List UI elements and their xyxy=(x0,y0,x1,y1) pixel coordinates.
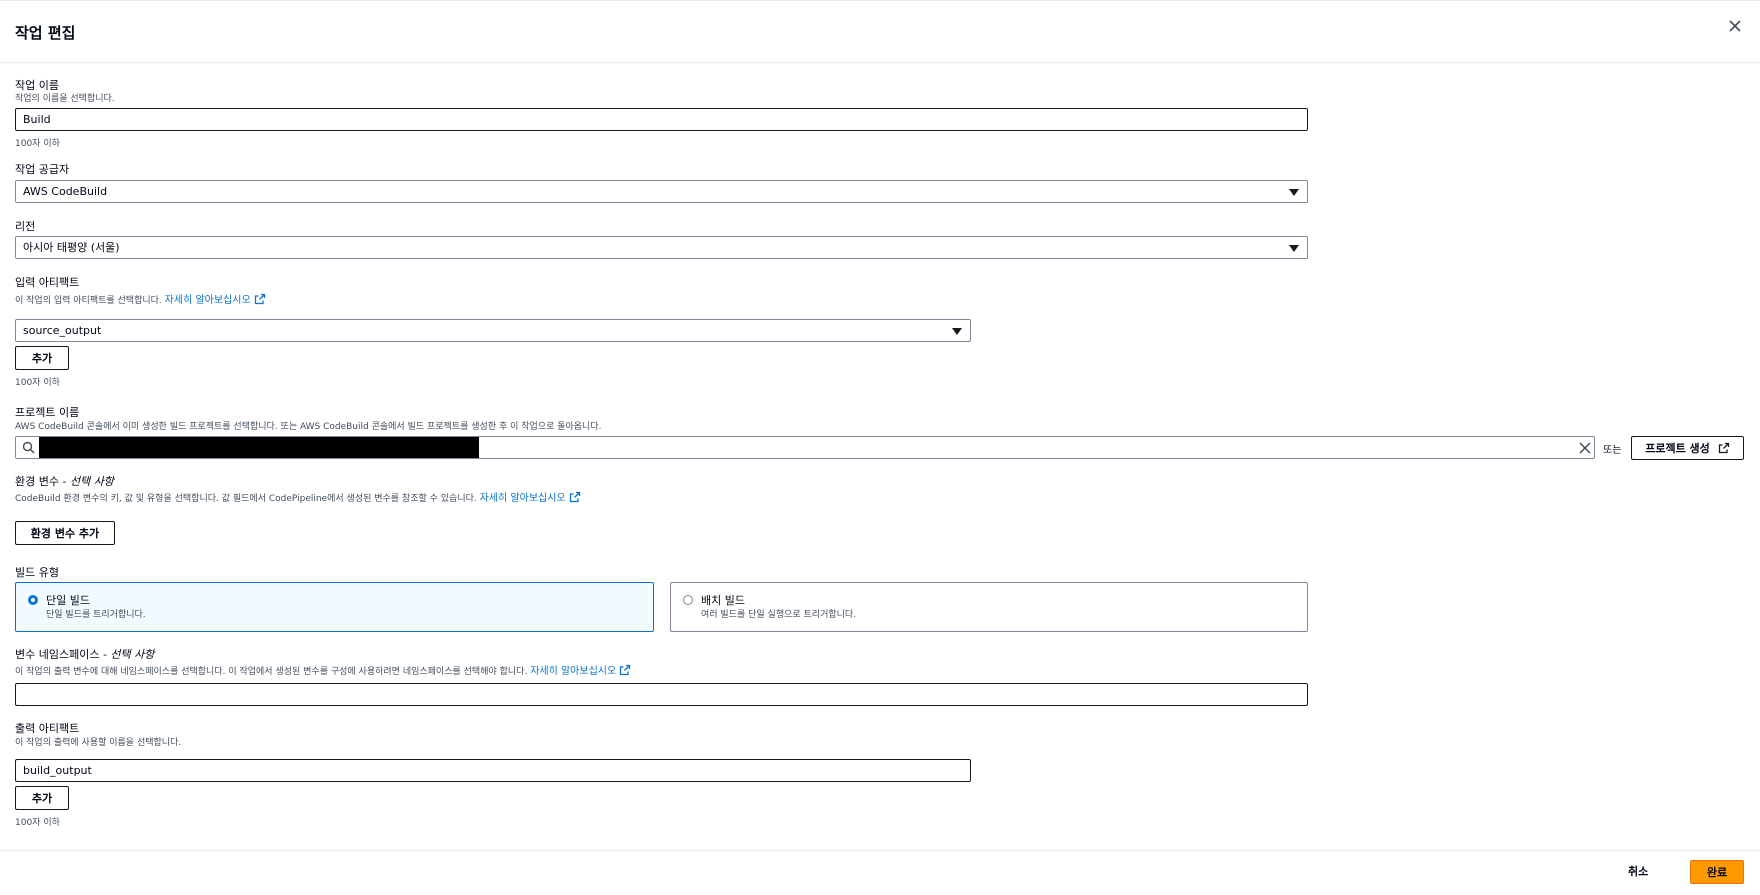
output-artifacts-value: build_output xyxy=(23,764,92,777)
input-artifacts-learn-more-link[interactable]: 자세히 알아보십시오 xyxy=(164,293,266,306)
search-icon xyxy=(22,441,35,454)
modal-header: 작업 편집 xyxy=(0,0,1760,63)
region-value: 아시아 태평양 (서울) xyxy=(23,241,120,254)
input-artifacts-hint: 100자 이하 xyxy=(15,378,60,388)
chevron-down-icon xyxy=(1289,245,1299,252)
output-artifacts-label: 출력 아티팩트 xyxy=(15,722,80,735)
learn-more-text: 자세히 알아보십시오 xyxy=(164,295,251,306)
batch-build-title: 배치 빌드 xyxy=(701,594,745,607)
build-type-label: 빌드 유형 xyxy=(15,566,59,579)
single-build-description: 단일 빌드를 트리거합니다. xyxy=(46,610,146,620)
edit-action-modal: 작업 편집 작업 이름 작업의 이름을 선택합니다. Build 100자 이하… xyxy=(0,0,1760,895)
create-project-button[interactable]: 프로젝트 생성 xyxy=(1631,436,1744,460)
output-artifacts-description: 이 작업의 출력에 사용할 이름을 선택합니다. xyxy=(15,738,182,748)
batch-build-description: 여러 빌드를 단일 실행으로 트리거합니다. xyxy=(701,610,857,620)
action-provider-select[interactable]: AWS CodeBuild xyxy=(15,180,1308,203)
input-artifacts-select[interactable]: source_output xyxy=(15,319,971,342)
namespace-label-text: 변수 네임스페이스 - xyxy=(15,648,111,661)
region-label: 리전 xyxy=(15,220,36,233)
project-name-search[interactable] xyxy=(15,436,1595,459)
action-provider-value: AWS CodeBuild xyxy=(23,185,108,198)
chevron-down-icon xyxy=(1289,189,1299,196)
region-select[interactable]: 아시아 태평양 (서울) xyxy=(15,236,1308,259)
add-output-artifact-button[interactable]: 추가 xyxy=(15,786,69,810)
env-vars-description: CodeBuild 환경 변수의 키, 값 및 유형을 선택합니다. 값 필드에… xyxy=(15,489,581,504)
external-link-icon xyxy=(1718,442,1729,454)
namespace-optional: 선택 사항 xyxy=(110,648,155,661)
or-label: 또는 xyxy=(1603,445,1622,456)
input-artifacts-description: 이 작업의 입력 아티팩트를 선택합니다. 자세히 알아보십시오 xyxy=(15,291,266,306)
create-project-label: 프로젝트 생성 xyxy=(1645,442,1710,455)
env-vars-optional: 선택 사항 xyxy=(69,475,114,488)
env-vars-description-text: CodeBuild 환경 변수의 키, 값 및 유형을 선택합니다. 값 필드에… xyxy=(15,494,477,504)
learn-more-text: 자세히 알아보십시오 xyxy=(530,666,617,677)
project-name-description: AWS CodeBuild 콘솔에서 이미 생성한 빌드 프로젝트를 선택합니다… xyxy=(15,422,602,432)
build-type-single-option[interactable]: 단일 빌드 단일 빌드를 트리거합니다. xyxy=(15,582,654,632)
external-link-icon xyxy=(569,491,580,503)
add-env-var-button[interactable]: 환경 변수 추가 xyxy=(15,521,115,545)
env-vars-label-text: 환경 변수 - xyxy=(15,475,70,488)
chevron-down-icon xyxy=(952,328,962,335)
namespace-description: 이 작업의 출력 변수에 대해 네임스페이스를 선택합니다. 이 작업에서 생성… xyxy=(15,662,631,677)
output-artifacts-input[interactable]: build_output xyxy=(15,759,971,782)
action-name-value: Build xyxy=(23,113,51,126)
external-link-icon xyxy=(620,664,631,676)
action-name-hint: 100자 이하 xyxy=(15,139,60,149)
build-type-batch-option[interactable]: 배치 빌드 여러 빌드를 단일 실행으로 트리거합니다. xyxy=(670,582,1308,632)
namespace-description-text: 이 작업의 출력 변수에 대해 네임스페이스를 선택합니다. 이 작업에서 생성… xyxy=(15,667,528,677)
modal-title: 작업 편집 xyxy=(15,24,76,42)
project-name-label: 프로젝트 이름 xyxy=(15,406,80,419)
learn-more-text: 자세히 알아보십시오 xyxy=(479,493,566,504)
external-link-icon xyxy=(254,293,265,305)
action-name-input[interactable]: Build xyxy=(15,108,1308,131)
env-vars-label: 환경 변수 - 선택 사항 xyxy=(15,473,114,489)
namespace-label: 변수 네임스페이스 - 선택 사항 xyxy=(15,646,154,662)
close-button[interactable] xyxy=(1725,16,1745,36)
radio-button-selected[interactable] xyxy=(28,595,38,605)
input-artifacts-label: 입력 아티팩트 xyxy=(15,276,80,289)
redacted-project-name xyxy=(39,437,479,458)
input-artifacts-value: source_output xyxy=(23,324,102,337)
namespace-learn-more-link[interactable]: 자세히 알아보십시오 xyxy=(530,664,631,677)
namespace-input[interactable] xyxy=(15,683,1308,706)
output-artifacts-hint: 100자 이하 xyxy=(15,818,60,828)
radio-button[interactable] xyxy=(683,595,693,605)
action-name-description: 작업의 이름을 선택합니다. xyxy=(15,94,115,104)
action-provider-label: 작업 공급자 xyxy=(15,163,70,176)
clear-icon[interactable] xyxy=(1579,442,1591,454)
env-vars-learn-more-link[interactable]: 자세히 알아보십시오 xyxy=(479,491,581,504)
cancel-button[interactable]: 취소 xyxy=(1628,863,1648,879)
close-icon xyxy=(1729,20,1741,32)
done-button[interactable]: 완료 xyxy=(1690,860,1744,884)
modal-footer: 취소 완료 xyxy=(0,850,1760,895)
input-artifacts-description-text: 이 작업의 입력 아티팩트를 선택합니다. xyxy=(15,296,162,306)
add-input-artifact-button[interactable]: 추가 xyxy=(15,346,69,370)
single-build-title: 단일 빌드 xyxy=(46,594,90,607)
